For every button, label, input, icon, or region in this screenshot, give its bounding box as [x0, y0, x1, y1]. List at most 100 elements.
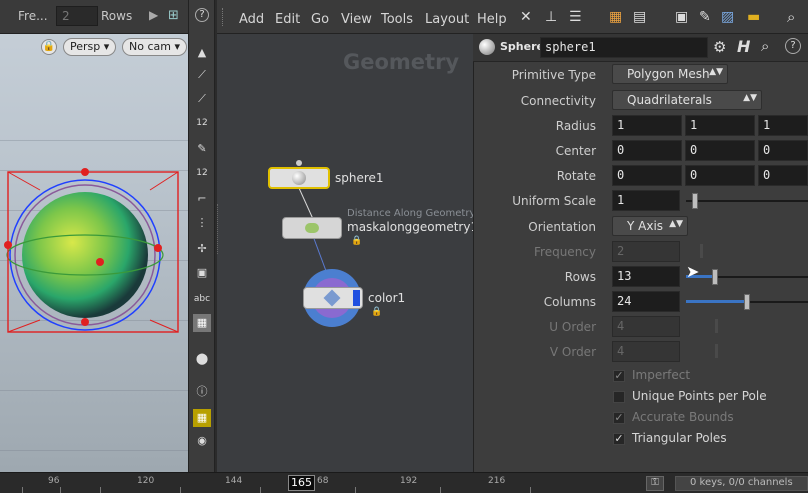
uniform-scale-slider[interactable] [686, 192, 808, 210]
center-z-field[interactable]: 0 [758, 140, 808, 161]
current-frame-marker[interactable]: 165 [288, 475, 315, 491]
search-icon[interactable]: ⌕ [787, 8, 795, 26]
tree-icon[interactable]: ⊥ [545, 9, 557, 25]
scene-viewport[interactable]: Fre... 2 Rows ▶ ⊞ 🔒 Persp ▾ No cam ▾ [0, 0, 188, 472]
search-icon[interactable]: ⌕ [761, 37, 769, 55]
gear-icon[interactable]: ⚙ [713, 38, 726, 56]
wrench-icon[interactable]: ✕ [520, 9, 532, 25]
help-icon[interactable]: ? [785, 38, 801, 54]
center-y-field[interactable]: 0 [685, 140, 755, 161]
background-image-icon[interactable]: ▦ [193, 314, 211, 332]
frequency-slider[interactable] [700, 244, 703, 258]
info-icon[interactable]: ⓘ [193, 383, 211, 401]
grid-view-icon[interactable]: ▦ [609, 9, 622, 25]
node-type-label: Sphere [500, 40, 544, 53]
menu-add[interactable]: Add [239, 12, 264, 27]
color-node-icon [323, 289, 341, 307]
menu-layout[interactable]: Layout [425, 12, 469, 27]
imperfect-checkbox[interactable]: ✓ [613, 370, 625, 382]
network-box-icon[interactable]: ▣ [675, 9, 688, 25]
marker-icon[interactable]: ⬤ [193, 350, 211, 368]
menu-edit[interactable]: Edit [275, 12, 300, 27]
list-icon[interactable]: ☰ [569, 9, 582, 25]
u-order-slider[interactable] [715, 319, 718, 333]
uniform-scale-field[interactable]: 1 [612, 190, 680, 211]
tick-label: 120 [137, 476, 155, 486]
timeline-tick [355, 487, 356, 493]
columns-field[interactable]: 24 [612, 291, 680, 312]
slider-track [686, 200, 808, 202]
sphere-geometry[interactable] [0, 150, 188, 350]
menu-tools[interactable]: Tools [381, 12, 413, 27]
node-sphere1[interactable] [268, 167, 330, 189]
rotate-z-field[interactable]: 0 [758, 165, 808, 186]
channel-status[interactable]: 0 keys, 0/0 channels [675, 476, 808, 491]
slider-handle[interactable] [744, 294, 750, 310]
v-order-field[interactable]: 4 [612, 341, 680, 362]
snap-tool-icon[interactable]: 12 [193, 114, 211, 132]
slider-handle[interactable] [692, 193, 698, 209]
columns-slider[interactable] [686, 293, 808, 311]
radius-z-field[interactable]: 1 [758, 115, 808, 136]
triangular-poles-checkbox[interactable]: ✓ [613, 433, 625, 445]
grid-snap-icon[interactable]: ⋮ [193, 214, 211, 232]
image-icon[interactable]: ▨ [721, 9, 734, 25]
menu-go[interactable]: Go [311, 12, 329, 27]
play-icon[interactable]: ▶ [149, 8, 158, 22]
drag-handle[interactable] [222, 8, 225, 26]
radius-y-field[interactable]: 1 [685, 115, 755, 136]
help-h-icon[interactable]: H [737, 37, 750, 56]
param-label-columns: Columns [543, 295, 596, 309]
param-label-uniform-scale: Uniform Scale [512, 194, 596, 208]
sticky-note-icon[interactable]: ✎ [699, 9, 711, 25]
menu-help[interactable]: Help [477, 12, 507, 27]
slider-fill [686, 300, 744, 303]
node-input-connector[interactable] [296, 160, 302, 166]
corner-icon[interactable]: ⌐ [193, 190, 211, 208]
v-order-slider[interactable] [715, 344, 718, 358]
help-icon[interactable]: ? [195, 8, 209, 22]
radius-x-field[interactable]: 1 [612, 115, 682, 136]
frame-field[interactable]: 2 [56, 6, 98, 26]
rotate-x-field[interactable]: 0 [612, 165, 682, 186]
display-icon[interactable]: ▣ [193, 264, 211, 282]
slider-handle[interactable] [712, 269, 718, 285]
accurate-bounds-checkbox[interactable]: ✓ [613, 412, 625, 424]
key-icon[interactable]: ⚿ [646, 476, 664, 491]
tree-view-icon[interactable]: ⊞ [168, 8, 179, 23]
pivot-icon[interactable]: ✢ [193, 240, 211, 258]
rows-field[interactable]: 13 [612, 266, 680, 287]
node-maskalonggeometry1[interactable] [282, 217, 342, 239]
center-x-field[interactable]: 0 [612, 140, 682, 161]
node-name-field[interactable]: sphere1 [540, 37, 708, 58]
timeline-bar[interactable]: 96 120 144 165 68 192 216 ⚿ 0 keys, 0/0 … [0, 472, 808, 493]
display-flag[interactable] [353, 290, 360, 306]
tick-label: 68 [317, 476, 329, 486]
orientation-menu[interactable]: Y Axis ▲▼ [612, 216, 688, 236]
node-color1[interactable] [303, 287, 363, 309]
mask-node-icon [305, 223, 319, 233]
frequency-field[interactable]: 2 [612, 241, 680, 262]
camera-menu[interactable]: No cam ▾ [122, 38, 187, 56]
perspective-menu[interactable]: Persp ▾ [63, 38, 117, 56]
asset-icon[interactable]: ▬ [747, 9, 760, 25]
u-order-field[interactable]: 4 [612, 316, 680, 337]
grid-toggle-icon[interactable]: ▦ [193, 409, 211, 427]
connectivity-menu[interactable]: Quadrilaterals ▲▼ [612, 90, 762, 110]
brush-icon[interactable]: ⟋ [193, 66, 211, 84]
eye-icon[interactable]: ◉ [193, 432, 211, 450]
rows-slider[interactable] [686, 268, 808, 286]
pick-icon[interactable]: ⟋ [193, 90, 211, 108]
abc-text-icon[interactable]: abc [193, 290, 211, 308]
palette-icon[interactable]: ▤ [633, 9, 646, 25]
timeline-tick [60, 487, 61, 493]
lock-camera-icon[interactable]: 🔒 [41, 39, 57, 55]
pen-icon[interactable]: ✎ [193, 140, 211, 158]
select-arrow-icon[interactable]: ▲ [193, 44, 211, 62]
viewport-toolbar: Fre... 2 Rows ▶ ⊞ [0, 0, 188, 34]
snap-tool-2-icon[interactable]: 12 [193, 164, 211, 182]
menu-view[interactable]: View [341, 12, 372, 27]
primitive-type-menu[interactable]: Polygon Mesh ▲▼ [612, 64, 728, 84]
unique-points-checkbox[interactable] [613, 391, 625, 403]
rotate-y-field[interactable]: 0 [685, 165, 755, 186]
